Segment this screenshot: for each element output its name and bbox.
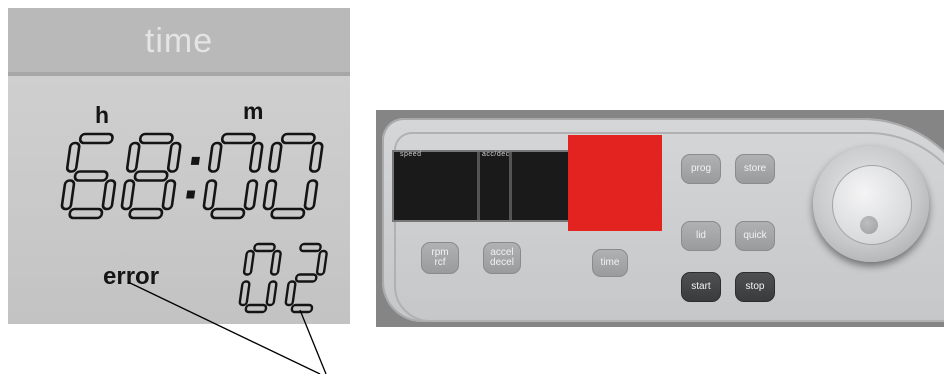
callout-lines (127, 281, 327, 374)
callout-line-error-label (127, 281, 321, 374)
callout-line-error-code (299, 309, 327, 374)
